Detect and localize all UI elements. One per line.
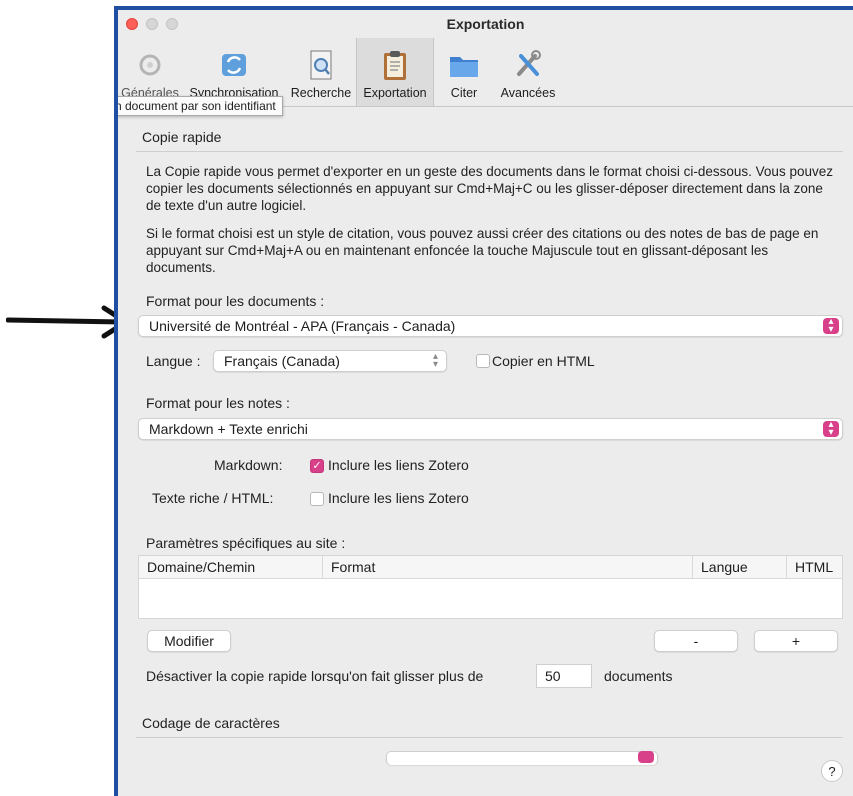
column-header-format[interactable]: Format (323, 556, 693, 578)
disable-threshold-label: Désactiver la copie rapide lorsqu'on fai… (146, 668, 484, 684)
notes-format-select[interactable]: Markdown + Texte enrichi ▴ ▾ (138, 418, 843, 440)
copy-html-label: Copier en HTML (492, 353, 595, 369)
section-divider (136, 737, 843, 738)
doc-format-value: Université de Montréal - APA (Français -… (149, 318, 456, 334)
disable-threshold-input[interactable]: 50 (536, 664, 592, 688)
tab-generales[interactable]: Générales n document par son identifiant (118, 38, 283, 116)
chevron-updown-icon: ▴ ▾ (823, 317, 839, 335)
gear-icon (139, 54, 161, 76)
doc-format-select[interactable]: Université de Montréal - APA (Français -… (138, 315, 843, 337)
richtext-links-label: Inclure les liens Zotero (328, 490, 469, 506)
encoding-heading: Codage de caractères (142, 715, 280, 731)
search-doc-icon (310, 50, 332, 80)
help-button[interactable]: ? (821, 760, 843, 782)
title-bar: Exportation (118, 10, 853, 38)
site-params-label: Paramètres spécifiques au site : (146, 535, 346, 551)
notes-format-value: Markdown + Texte enrichi (149, 421, 308, 437)
column-header-language[interactable]: Langue (693, 556, 787, 578)
copy-html-checkbox[interactable] (476, 354, 490, 368)
minimize-window-button[interactable] (146, 18, 158, 30)
tab-recherche[interactable]: Recherche (286, 38, 356, 106)
sync-icon (222, 54, 246, 76)
tab-avancees[interactable]: Avancées (494, 38, 562, 106)
notes-format-label: Format pour les notes : (146, 395, 290, 411)
citation-description: Si le format choisi est un style de cita… (146, 226, 819, 275)
folder-icon (450, 57, 478, 77)
tab-citer-label: Citer (450, 86, 478, 100)
quick-copy-description: La Copie rapide vous permet d'exporter e… (146, 164, 833, 213)
doc-format-label: Format pour les documents : (146, 293, 325, 309)
section-divider (136, 151, 843, 152)
disable-threshold-suffix: documents (604, 668, 673, 684)
tooltip: n document par son identifiant (118, 96, 283, 116)
language-label: Langue : (146, 353, 201, 369)
language-select[interactable]: Français (Canada) ▴ ▾ (213, 350, 447, 372)
language-value: Français (Canada) (224, 353, 340, 369)
preferences-window: Exportation Générales n document par son… (114, 6, 853, 796)
tab-citer[interactable]: Citer (434, 38, 494, 106)
markdown-label: Markdown: (214, 457, 283, 473)
zoom-window-button[interactable] (166, 18, 178, 30)
markdown-links-label: Inclure les liens Zotero (328, 457, 469, 473)
window-title: Exportation (446, 16, 525, 32)
remove-button[interactable]: - (654, 630, 738, 652)
site-settings-table[interactable]: Domaine/Chemin Format Langue HTML (138, 555, 843, 619)
chevron-updown-icon: ▴ ▾ (823, 420, 839, 438)
tab-exportation-label: Exportation (363, 86, 427, 100)
tab-recherche-label: Recherche (290, 86, 352, 100)
clipboard-icon (384, 51, 406, 80)
tab-avancees-label: Avancées (500, 86, 556, 100)
add-button[interactable]: + (754, 630, 838, 652)
quick-copy-heading: Copie rapide (142, 129, 222, 145)
close-window-button[interactable] (126, 18, 138, 30)
tools-icon (517, 50, 541, 76)
window-controls (126, 18, 178, 30)
edit-button[interactable]: Modifier (147, 630, 231, 652)
table-header: Domaine/Chemin Format Langue HTML (139, 556, 842, 579)
tab-exportation[interactable]: Exportation (356, 38, 434, 106)
markdown-links-checkbox[interactable]: ✓ (310, 459, 324, 473)
encoding-select-partial[interactable] (386, 751, 658, 765)
preferences-toolbar: Générales n document par son identifiant… (118, 38, 853, 116)
chevron-updown-icon (638, 751, 654, 763)
column-header-html[interactable]: HTML (787, 556, 842, 578)
column-header-domain[interactable]: Domaine/Chemin (139, 556, 323, 578)
chevron-updown-icon: ▴ ▾ (432, 351, 438, 370)
quick-copy-pane: Copie rapide La Copie rapide vous permet… (118, 107, 853, 796)
richtext-label: Texte riche / HTML: (152, 490, 274, 506)
richtext-links-checkbox[interactable] (310, 492, 324, 506)
